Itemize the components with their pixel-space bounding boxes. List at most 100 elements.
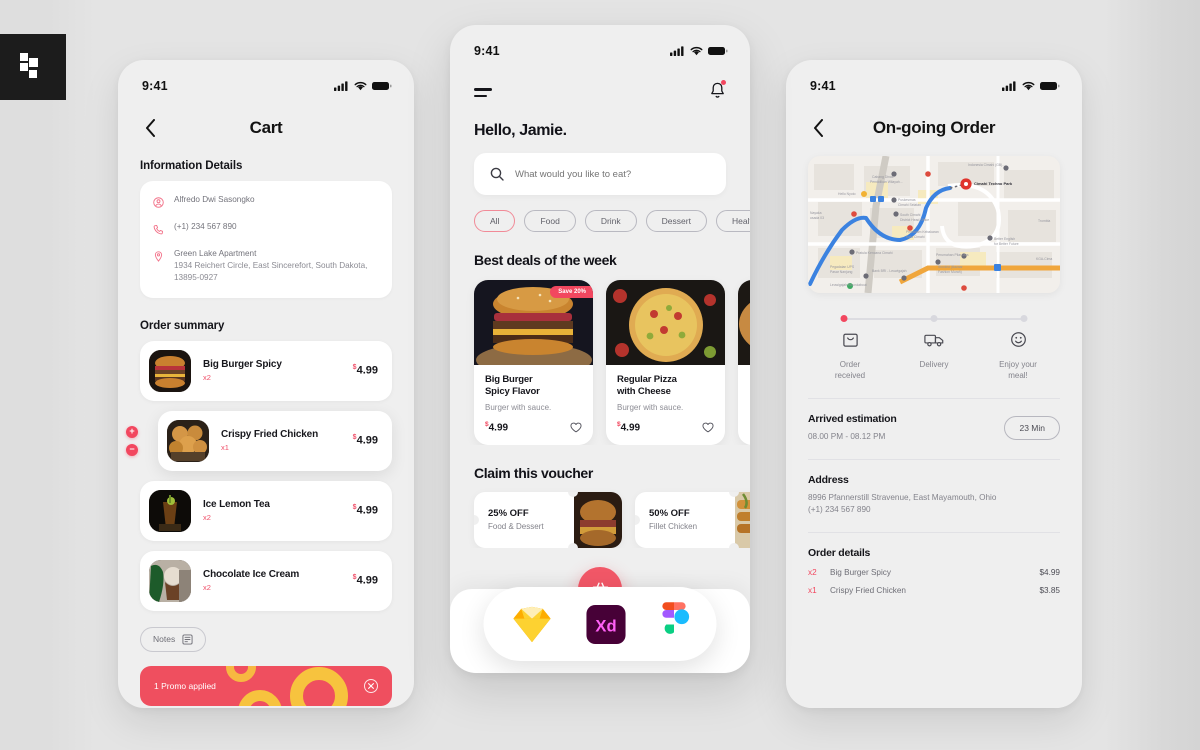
address-title: Address (808, 473, 849, 486)
svg-text:Fashion Murah): Fashion Murah) (938, 270, 962, 274)
svg-text:Xd: Xd (595, 616, 616, 635)
voucher-title: Claim this voucher (474, 464, 593, 481)
adobe-xd-logo-icon[interactable]: Xd (585, 603, 628, 646)
category-chip-row: All Food Drink Dessert Healthy (450, 195, 750, 232)
home-top-bar (450, 67, 750, 104)
arrived-estimation-range: 08.00 PM - 08.12 PM (808, 431, 886, 441)
category-chip-drink[interactable]: Drink (584, 210, 637, 232)
order-nav-header: On-going Order (786, 102, 1082, 138)
eta-duration-badge: 23 Min (1004, 415, 1060, 440)
delivery-map[interactable]: Indonesia Cimahi (GB)... Cabang Dinas Pe… (808, 156, 1060, 293)
increase-quantity-button[interactable]: + (126, 425, 138, 438)
order-detail-qty: x2 (808, 568, 817, 578)
home-phone-screen: 9:41 Hello, Jamie. What would you like t… (450, 25, 750, 673)
search-bar[interactable] (474, 153, 726, 195)
home-status-bar: 9:41 (450, 25, 750, 67)
deal-price: $4.99 (617, 421, 640, 433)
deal-name-line2: Spicy Flavor (485, 386, 540, 398)
tracker-dot-3 (1020, 315, 1028, 322)
promo-label: 1 Promo applied (154, 680, 216, 691)
cart-item-qty: x2 (203, 513, 211, 523)
svg-text:District Head Office: District Head Office (900, 218, 929, 222)
cart-item-qty: x2 (203, 373, 211, 383)
deal-card[interactable]: Save 20% Big Burger Spicy Flavor Burger … (474, 280, 593, 445)
cart-item-focused[interactable]: + − Crispy Fried Chicken x1 $4.99 (126, 410, 392, 471)
svg-text:Leuwigajah Roundabout: Leuwigajah Roundabout (830, 283, 867, 287)
category-chip-healthy[interactable]: Healthy (715, 210, 750, 232)
cart-item-name: Big Burger Spicy (203, 359, 282, 371)
heart-outline-icon[interactable] (570, 422, 582, 433)
svg-text:KGA-Cima: KGA-Cima (1036, 257, 1052, 261)
cart-item[interactable]: Chocolate Ice Cream x2 $4.99 (140, 550, 392, 611)
voucher-discount: 50% OFF (649, 508, 690, 520)
cart-item-name: Chocolate Ice Cream (203, 569, 300, 581)
svg-text:usada 03: usada 03 (810, 216, 824, 220)
quantity-stepper[interactable]: + − (126, 425, 138, 456)
tracker-dot-2 (930, 315, 938, 322)
order-progress-tracker: Order received Delivery Enjoy your meal! (786, 293, 1082, 382)
cellular-signal-icon (1002, 81, 1016, 91)
category-chip-all[interactable]: All (474, 210, 516, 232)
sketch-logo-icon[interactable] (511, 603, 554, 646)
decrease-quantity-button[interactable]: − (126, 443, 138, 456)
back-button[interactable] (140, 118, 160, 138)
deal-name-line2: with Cheese (617, 386, 671, 398)
voucher-card[interactable]: 50% OFF Fillet Chicken (635, 491, 750, 548)
map-destination-label: Cimahi Techno Park (974, 181, 1013, 186)
tracker-label: Delivery (919, 360, 949, 369)
chicken-voucher-photo (735, 491, 750, 548)
price-value: 4.99 (356, 365, 378, 377)
heart-outline-icon[interactable] (702, 422, 714, 433)
hamburger-menu-icon[interactable] (474, 88, 494, 97)
close-circle-icon (368, 682, 374, 689)
page-title: On-going Order (872, 118, 996, 137)
burger-photo: Save 20% (474, 280, 593, 365)
svg-text:Indonesia Cimahi (GB)...: Indonesia Cimahi (GB)... (968, 163, 1005, 167)
voucher-carousel[interactable]: 25% OFF Food & Dessert 50% OFF Fillet Ch… (450, 481, 750, 548)
figma-logo-icon[interactable] (659, 601, 690, 647)
notes-button[interactable]: Notes (140, 626, 207, 652)
cart-item[interactable]: Ice Lemon Tea x2 $4.99 (140, 480, 392, 541)
promo-decoration-ring (290, 666, 348, 706)
voucher-category: Food & Dessert (488, 522, 544, 532)
voucher-card[interactable]: 25% OFF Food & Dessert (474, 491, 622, 548)
best-deals-carousel[interactable]: Save 20% Big Burger Spicy Flavor Burger … (450, 268, 750, 445)
status-time: 9:41 (810, 79, 836, 93)
category-chip-dessert[interactable]: Dessert (645, 210, 707, 232)
scroll-fade-overlay (786, 682, 1082, 708)
address-name: Green Lake Apartment (174, 249, 257, 258)
tracker-line (840, 315, 1028, 323)
svg-text:Stockist (Bazaar: Stockist (Bazaar (938, 265, 964, 269)
notes-label: Notes (153, 634, 176, 645)
price-value: 4.99 (356, 505, 378, 517)
promo-banner[interactable]: 1 Promo applied (140, 665, 392, 706)
delivery-truck-icon (924, 334, 944, 347)
save-badge: Save 20% (550, 286, 593, 298)
category-chip-food[interactable]: Food (524, 210, 576, 232)
status-time: 9:41 (474, 44, 500, 58)
order-detail-qty: x1 (808, 586, 817, 596)
tracker-dot-1 (840, 315, 848, 322)
arrived-estimation-block: Arrived estimation 08.00 PM - 08.12 PM 2… (786, 399, 1082, 443)
order-details-block: Order details x2 Big Burger Spicy $4.99 … (786, 533, 1082, 595)
price-value: 4.99 (620, 422, 641, 434)
address-line-2: (+1) 234 567 890 (808, 505, 871, 515)
info-row-phone: (+1) 234 567 890 (153, 221, 378, 240)
fried-chicken-thumb (167, 419, 209, 462)
svg-text:Bank BRI - Leuwigajah: Bank BRI - Leuwigajah (872, 269, 907, 273)
svg-text:South Cimahi: South Cimahi (900, 213, 921, 217)
promo-close-button[interactable] (364, 678, 378, 693)
search-input[interactable] (515, 168, 710, 180)
svg-text:Kota Cimahi: Kota Cimahi (906, 235, 925, 239)
cart-item-name: Ice Lemon Tea (203, 499, 270, 511)
cart-item[interactable]: Big Burger Spicy x2 $4.99 (140, 340, 392, 401)
customer-name: Alfredo Dwi Sasongko (174, 195, 255, 204)
order-summary-title: Order summary (140, 319, 225, 332)
cart-status-bar: 9:41 (118, 60, 414, 102)
deal-card-partial[interactable] (738, 280, 750, 445)
notification-button[interactable] (709, 80, 726, 104)
svg-text:Pemadam Kebakaran: Pemadam Kebakaran (906, 230, 939, 234)
deal-card[interactable]: Regular Pizza with Cheese Burger with sa… (606, 280, 725, 445)
back-button[interactable] (808, 118, 828, 138)
brand-logo (0, 34, 66, 100)
